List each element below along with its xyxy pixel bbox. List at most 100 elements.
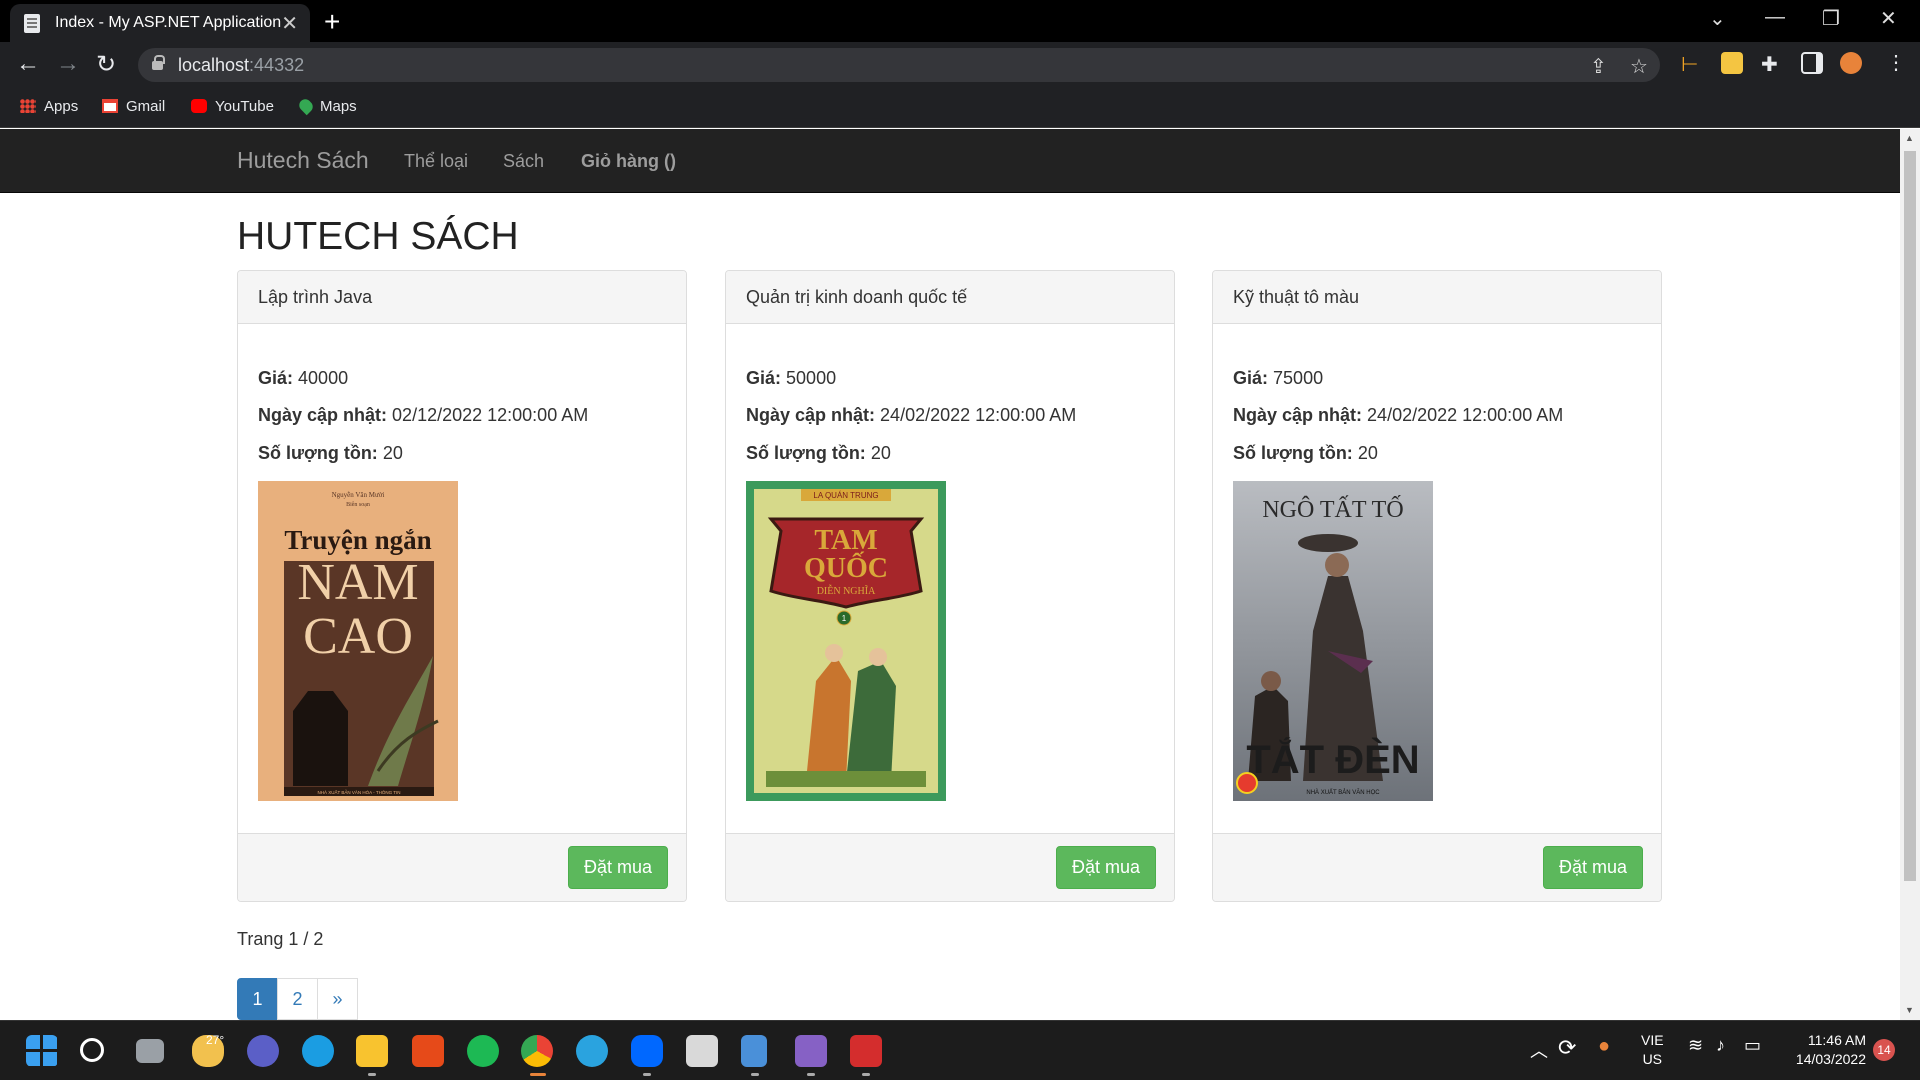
weather-temp: 27° — [206, 1033, 225, 1047]
sync-icon[interactable]: ⟳ — [1558, 1035, 1576, 1061]
tab-search-icon[interactable]: ⌄ — [1709, 6, 1726, 31]
browser-toolbar: ← → ↻ localhost:44332 ⇪ ☆ ⊢ ✚ ⋮ — [0, 42, 1920, 88]
cover-title: TẮT ĐÈN — [1246, 736, 1419, 782]
cover-title-line: DIỄN NGHĨA — [817, 584, 876, 597]
language-indicator[interactable]: VIE US — [1641, 1031, 1664, 1069]
buy-button[interactable]: Đặt mua — [1543, 846, 1643, 889]
task-view-icon[interactable] — [136, 1039, 164, 1063]
cover-publisher: NHÀ XUẤT BẢN VĂN HÓA - THÔNG TIN — [317, 789, 400, 795]
page-icon — [24, 14, 40, 33]
site-brand[interactable]: Hutech Sách — [237, 147, 369, 174]
cover-title-line: QUỐC — [804, 552, 888, 584]
book-title: Lập trình Java — [258, 287, 373, 307]
notification-badge[interactable]: 14 — [1873, 1039, 1895, 1061]
bookmark-apps[interactable]: Apps — [20, 98, 78, 115]
running-indicator — [368, 1073, 376, 1076]
share-icon[interactable]: ⇪ — [1590, 54, 1607, 79]
nav-cart[interactable]: Giỏ hàng () — [581, 151, 676, 172]
book-stock: Số lượng tồn: 20 — [746, 443, 891, 463]
buy-button[interactable]: Đặt mua — [568, 846, 668, 889]
file-explorer-icon[interactable] — [356, 1035, 388, 1067]
teams-chat-icon[interactable] — [247, 1035, 279, 1067]
snipping-tool-icon[interactable] — [686, 1035, 718, 1067]
chrome-icon[interactable] — [521, 1035, 553, 1067]
cover-subtitle: Truyện ngắn — [284, 525, 431, 555]
bookmarks-bar: Apps Gmail YouTube Maps — [0, 88, 1920, 128]
cover-author: NGÔ TẤT TỐ — [1262, 496, 1403, 523]
back-icon[interactable]: ← — [16, 50, 40, 78]
clock[interactable]: 11:46 AM 14/03/2022 — [1786, 1031, 1866, 1069]
spotify-icon[interactable] — [467, 1035, 499, 1067]
page-link-1[interactable]: 1 — [237, 978, 278, 1020]
buy-button[interactable]: Đặt mua — [1056, 846, 1156, 889]
cover-publisher: NHÀ XUẤT BẢN VĂN HỌC — [1306, 789, 1380, 796]
telegram-icon[interactable] — [576, 1035, 608, 1067]
book-price: Giá: 75000 — [1233, 368, 1324, 388]
book-title: Quản trị kinh doanh quốc tế — [746, 287, 968, 307]
bookmark-youtube[interactable]: YouTube — [191, 98, 274, 115]
book-updated: Ngày cập nhật: 02/12/2022 12:00:00 AM — [258, 405, 589, 425]
wps-office-icon[interactable] — [850, 1035, 882, 1067]
start-icon[interactable] — [26, 1035, 58, 1067]
cover-title-line: CAO — [303, 608, 413, 665]
page-scrollbar[interactable]: ▲ ▼ — [1900, 129, 1920, 1020]
volume-icon[interactable]: ♪ — [1716, 1035, 1725, 1056]
book-stock: Số lượng tồn: 20 — [1233, 443, 1378, 463]
restore-icon[interactable]: ❐ — [1822, 6, 1840, 31]
book-price: Giá: 50000 — [746, 368, 837, 388]
running-indicator — [643, 1073, 651, 1076]
zalo-icon[interactable] — [631, 1035, 663, 1067]
book-stock: Số lượng tồn: 20 — [258, 443, 403, 463]
book-card: Kỹ thuật tô màu Giá: 75000 Ngày cập nhật… — [1212, 270, 1662, 902]
browser-tab[interactable]: Index - My ASP.NET Application ✕ — [10, 4, 310, 42]
cover-title-line: TAM — [814, 525, 877, 556]
bookmark-gmail[interactable]: Gmail — [102, 98, 165, 115]
book-card-footer: Đặt mua — [1213, 833, 1661, 901]
apps-grid-icon — [20, 99, 36, 113]
close-window-icon[interactable]: ✕ — [1880, 6, 1897, 31]
book-price: Giá: 40000 — [258, 368, 349, 388]
bookmark-star-icon[interactable]: ☆ — [1630, 54, 1648, 79]
url-text: localhost:44332 — [178, 55, 305, 75]
book-cover-image: NGÔ TẤT TỐ TẮT ĐÈN NHÀ XUẤT BẢN VĂN HỌC — [1233, 481, 1433, 801]
extension-icon[interactable]: ⊢ — [1681, 52, 1703, 76]
book-cover-image: Nguyễn Văn Mười Biên soạn Truyện ngắn NA… — [258, 481, 458, 801]
page-link-2[interactable]: 2 — [277, 978, 318, 1020]
book-card: Lập trình Java Giá: 40000 Ngày cập nhật:… — [237, 270, 687, 902]
close-tab-icon[interactable]: ✕ — [281, 11, 298, 36]
nav-categories[interactable]: Thể loại — [404, 151, 468, 172]
book-card-header: Lập trình Java — [238, 271, 686, 324]
power-app-icon[interactable] — [412, 1035, 444, 1067]
bookmark-maps[interactable]: Maps — [296, 96, 357, 116]
maps-pin-icon — [296, 96, 316, 116]
running-indicator — [862, 1073, 870, 1076]
lock-icon[interactable] — [152, 55, 165, 70]
nav-books[interactable]: Sách — [503, 151, 544, 172]
book-title: Kỹ thuật tô màu — [1233, 287, 1360, 307]
scroll-down-icon[interactable]: ▼ — [1905, 1005, 1914, 1015]
visual-studio-icon[interactable] — [795, 1035, 827, 1067]
menu-icon[interactable]: ⋮ — [1886, 50, 1906, 75]
active-indicator — [530, 1073, 546, 1076]
scrollbar-thumb[interactable] — [1904, 151, 1916, 881]
search-icon[interactable] — [80, 1038, 104, 1062]
scroll-up-icon[interactable]: ▲ — [1905, 133, 1914, 143]
new-tab-button[interactable]: + — [324, 6, 340, 38]
book-card-footer: Đặt mua — [238, 833, 686, 901]
extension-icon[interactable] — [1721, 52, 1743, 74]
minimize-icon[interactable]: — — [1765, 6, 1785, 29]
forward-icon[interactable]: → — [56, 50, 80, 78]
puzzle-icon[interactable]: ✚ — [1761, 52, 1783, 76]
tray-overflow-icon[interactable]: ︿ — [1530, 1037, 1548, 1063]
notepad-icon[interactable] — [741, 1035, 767, 1067]
avatar[interactable] — [1840, 52, 1862, 74]
battery-icon[interactable]: ▭ — [1744, 1035, 1761, 1056]
side-panel-icon[interactable] — [1801, 52, 1823, 74]
running-indicator — [751, 1073, 759, 1076]
page-next-link[interactable]: » — [317, 978, 358, 1020]
reload-icon[interactable]: ↻ — [96, 50, 116, 79]
wifi-icon[interactable]: ≋ — [1688, 1035, 1703, 1056]
microphone-icon[interactable]: ● — [1598, 1035, 1610, 1058]
edge-icon[interactable] — [302, 1035, 334, 1067]
address-bar[interactable]: localhost:44332 ⇪ ☆ — [138, 48, 1660, 82]
